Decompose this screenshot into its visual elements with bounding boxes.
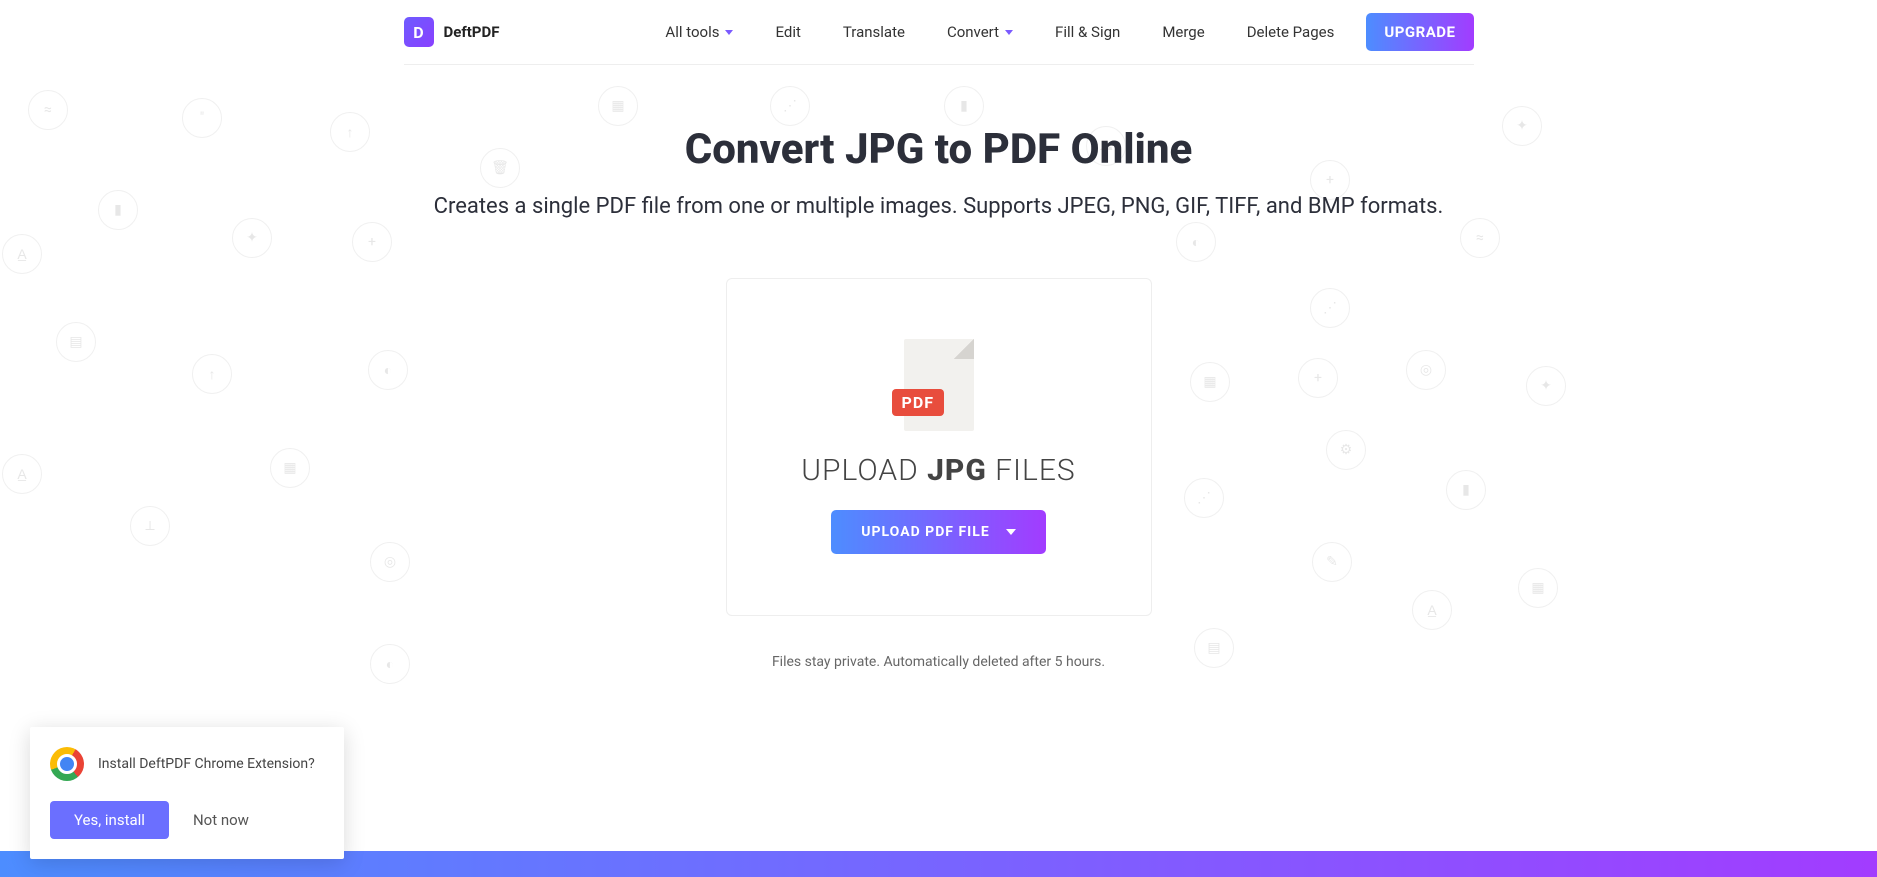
page-subtitle: Creates a single PDF file from one or mu… xyxy=(0,192,1877,223)
upload-card[interactable]: PDF UPLOAD JPG FILES UPLOAD PDF FILE xyxy=(726,278,1152,616)
not-now-button[interactable]: Not now xyxy=(193,811,249,829)
nav-edit[interactable]: Edit xyxy=(775,23,800,41)
popup-text: Install DeftPDF Chrome Extension? xyxy=(98,756,315,772)
page-title: Convert JPG to PDF Online xyxy=(0,125,1877,174)
nav-label: All tools xyxy=(665,23,719,41)
upload-heading: UPLOAD JPG FILES xyxy=(801,453,1075,488)
text-bold: JPG xyxy=(927,453,987,488)
chevron-down-icon xyxy=(725,30,733,35)
logo-icon: D xyxy=(404,17,434,47)
nav-translate[interactable]: Translate xyxy=(843,23,905,41)
extension-popup: Install DeftPDF Chrome Extension? Yes, i… xyxy=(30,727,344,859)
upload-button[interactable]: UPLOAD PDF FILE xyxy=(831,510,1045,554)
text: FILES xyxy=(987,453,1076,488)
text: UPLOAD xyxy=(801,453,927,488)
pdf-file-icon: PDF xyxy=(904,339,974,431)
main: Convert JPG to PDF Online Creates a sing… xyxy=(0,65,1877,670)
nav-convert[interactable]: Convert xyxy=(947,23,1013,41)
logo-text: DeftPDF xyxy=(444,23,500,41)
nav-all-tools[interactable]: All tools xyxy=(665,23,733,41)
pdf-badge: PDF xyxy=(892,389,945,416)
chrome-icon xyxy=(50,747,84,781)
chevron-down-icon xyxy=(1005,30,1013,35)
privacy-note: Files stay private. Automatically delete… xyxy=(0,654,1877,670)
nav-fill-sign[interactable]: Fill & Sign xyxy=(1055,23,1120,41)
yes-install-button[interactable]: Yes, install xyxy=(50,801,169,839)
logo[interactable]: D DeftPDF xyxy=(404,17,500,47)
nav: All tools Edit Translate Convert Fill & … xyxy=(665,13,1473,51)
nav-merge[interactable]: Merge xyxy=(1162,23,1204,41)
upgrade-button[interactable]: UPGRADE xyxy=(1366,13,1473,51)
nav-delete-pages[interactable]: Delete Pages xyxy=(1247,23,1335,41)
upload-button-label: UPLOAD PDF FILE xyxy=(861,524,989,540)
header: D DeftPDF All tools Edit Translate Conve… xyxy=(404,0,1474,65)
nav-label: Convert xyxy=(947,23,999,41)
caret-down-icon xyxy=(1006,529,1016,535)
